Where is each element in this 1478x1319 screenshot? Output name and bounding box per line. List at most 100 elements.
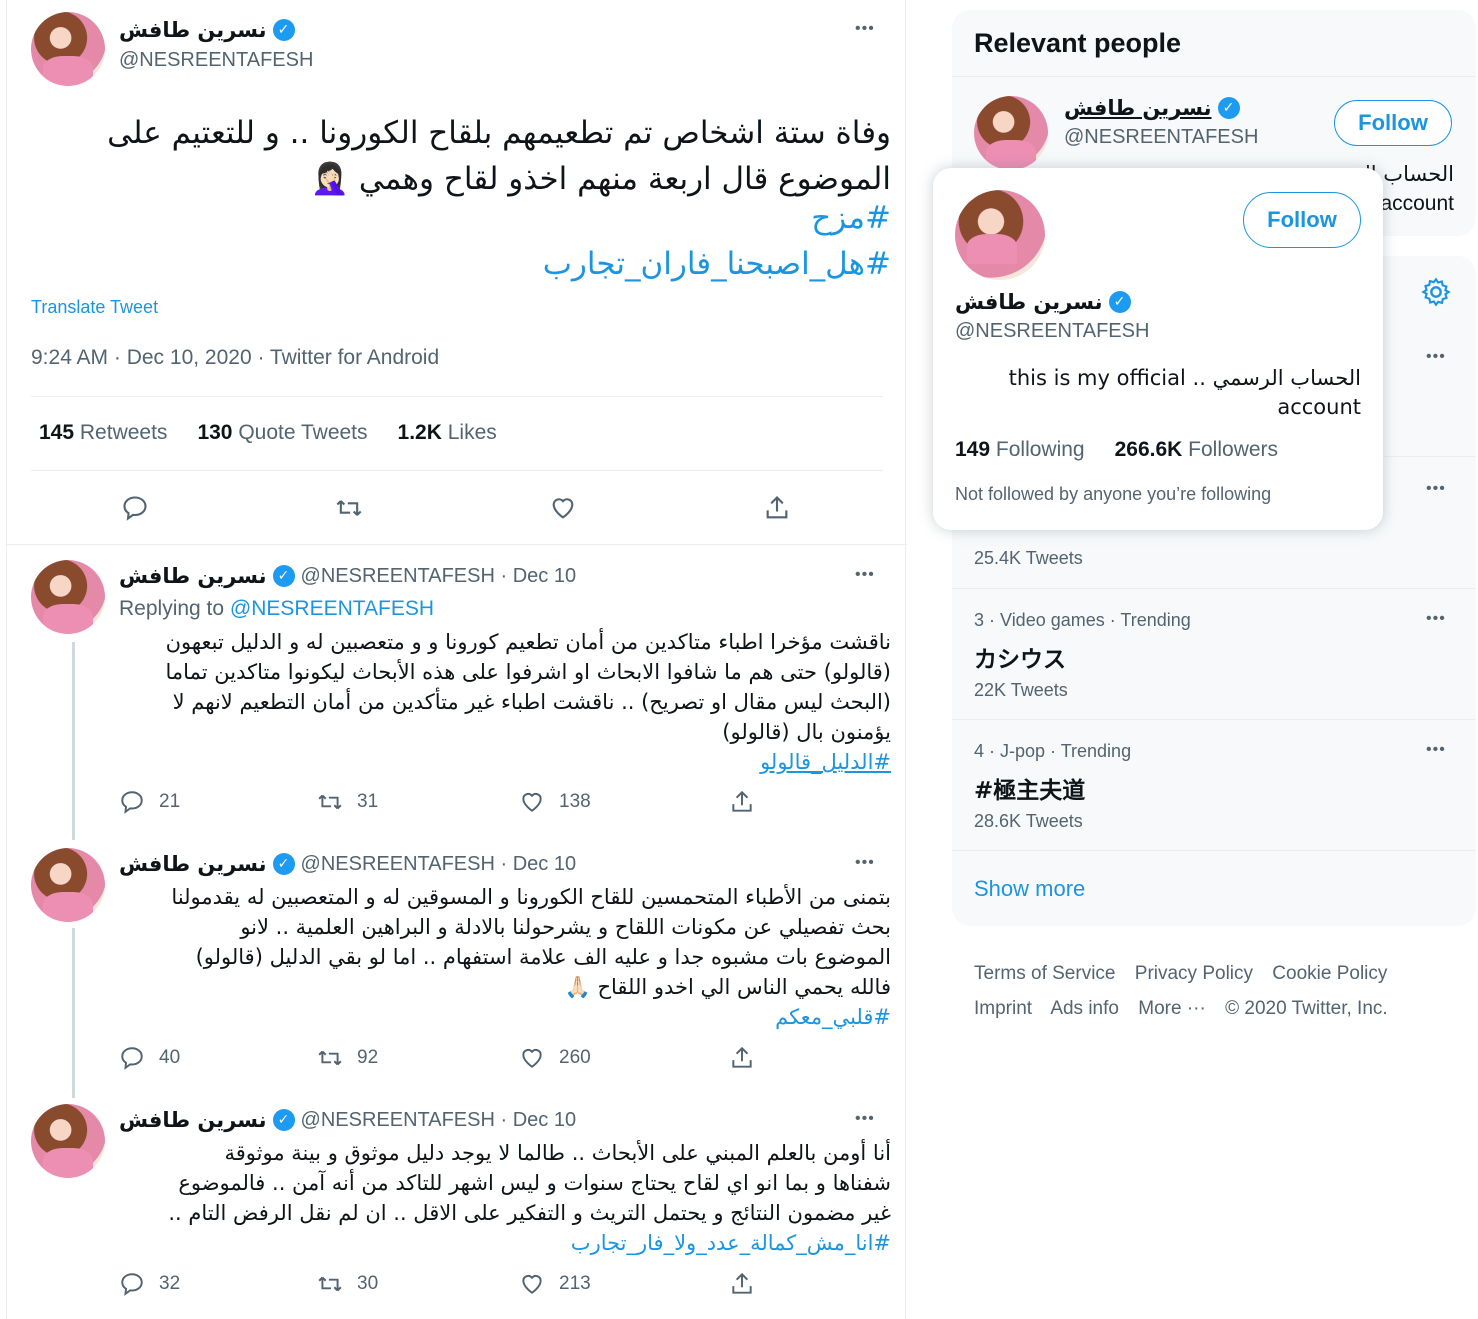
reply-text-line: بتمنى من الأطباء المتحمسين للقاح الكورون… (171, 885, 891, 909)
share-icon (732, 1046, 752, 1068)
hovercard-stats: 149 Following 266.6K Followers (955, 438, 1278, 462)
like-button[interactable] (549, 494, 577, 522)
quote-tweets-stat[interactable]: 130 Quote Tweets (197, 421, 367, 445)
share-button[interactable] (763, 494, 791, 522)
like-button[interactable]: 260 (519, 1045, 591, 1071)
like-button[interactable]: 138 (519, 789, 591, 815)
avatar[interactable] (31, 560, 105, 634)
imprint-link[interactable]: Imprint (974, 998, 1032, 1019)
reply-button[interactable]: 40 (119, 1045, 180, 1071)
retweet-button[interactable] (335, 494, 363, 522)
hashtag-link[interactable]: #انا_مش_كمالة_عدد_ولا_فار_تجارب (117, 1228, 891, 1258)
more-options-icon[interactable]: ••• (855, 20, 875, 38)
heart-icon (522, 1274, 542, 1294)
reply-text-line: فالله يحمي الناس الي اخدو اللقاح 🙏🏻 (564, 975, 891, 999)
reply-text: بتمنى من الأطباء المتحمسين للقاح الكورون… (117, 882, 891, 1032)
hashtag-link[interactable]: #مزح (31, 200, 891, 236)
person-bio-fragment: account (1380, 192, 1454, 215)
reply-author-row[interactable]: نسرين طافش ✓ @NESREENTAFESH · Dec 10 (119, 852, 576, 876)
reply-text-line: (البحث ليس مقال او تصريح) .. ناقشت اطباء… (172, 690, 891, 714)
ads-info-link[interactable]: Ads info (1050, 998, 1119, 1019)
author-display-name[interactable]: نسرين طافش (119, 852, 267, 876)
author-display-name[interactable]: نسرين طافش (119, 18, 267, 42)
follow-button[interactable]: Follow (1334, 100, 1452, 146)
likes-count: 1.2K (397, 421, 442, 444)
more-options-icon[interactable]: ••• (1426, 610, 1446, 628)
person-name-row[interactable]: نسرين طافش ✓ (1064, 96, 1240, 120)
following-count: 149 (955, 438, 991, 461)
bio-line: this is my official .. الحساب الرسمي (1008, 366, 1361, 390)
more-options-icon[interactable]: ••• (855, 566, 875, 584)
show-more-link[interactable]: Show more (974, 876, 1085, 902)
more-options-icon[interactable]: ••• (855, 1110, 875, 1128)
reply-count: 32 (159, 1273, 181, 1294)
reply-button[interactable]: 21 (119, 789, 180, 815)
more-options-icon[interactable]: ••• (1426, 480, 1446, 498)
avatar[interactable] (31, 1104, 105, 1178)
share-button[interactable] (729, 789, 755, 815)
tweet-timestamp[interactable]: 9:24 AM · Dec 10, 2020 · Twitter for And… (31, 346, 439, 370)
reply-icon (121, 1047, 143, 1070)
share-button[interactable] (729, 1045, 755, 1071)
retweet-button[interactable]: 92 (317, 1045, 378, 1071)
author-handle-date[interactable]: @NESREENTAFESH · Dec 10 (301, 1109, 577, 1132)
author-name-row[interactable]: نسرين طافش ✓ (119, 18, 295, 42)
hovercard-bio: this is my official .. الحساب الرسمي acc… (1009, 364, 1361, 422)
heart-icon (522, 792, 542, 812)
likes-stat[interactable]: 1.2K Likes (398, 421, 497, 445)
share-button[interactable] (729, 1271, 755, 1297)
divider (7, 544, 907, 545)
more-options-icon[interactable]: ••• (1426, 348, 1446, 366)
hashtag-link[interactable]: #الدليل_قالولو (117, 747, 891, 777)
trend-name[interactable]: カシウス (974, 640, 1066, 674)
reply-button[interactable]: 32 (119, 1271, 180, 1297)
hashtag-link[interactable]: #هل_اصبحنا_فاران_تجارب (31, 246, 891, 282)
replying-to: Replying to @NESREENTAFESH (119, 597, 434, 621)
reply-author-row[interactable]: نسرين طافش ✓ @NESREENTAFESH · Dec 10 (119, 1108, 576, 1132)
more-options-icon[interactable]: ••• (1426, 741, 1446, 759)
author-handle-date[interactable]: @NESREENTAFESH · Dec 10 (301, 565, 577, 588)
retweet-button[interactable]: 30 (317, 1271, 378, 1297)
quotes-count: 130 (197, 421, 233, 444)
footer-links: Terms of Service Privacy Policy Cookie P… (974, 956, 1414, 1026)
hovercard-name-row[interactable]: نسرين طافش ✓ (955, 290, 1131, 314)
thread-connector (72, 642, 75, 840)
avatar[interactable] (31, 848, 105, 922)
hovercard-handle[interactable]: @NESREENTAFESH (955, 320, 1149, 343)
author-handle-date[interactable]: @NESREENTAFESH · Dec 10 (301, 853, 577, 876)
cookie-link[interactable]: Cookie Policy (1272, 963, 1387, 984)
avatar[interactable] (955, 190, 1045, 280)
avatar[interactable] (31, 12, 105, 86)
reply-author-row[interactable]: نسرين طافش ✓ @NESREENTAFESH · Dec 10 (119, 564, 576, 588)
avatar[interactable] (974, 96, 1048, 170)
followers-label: Followers (1188, 438, 1279, 461)
retweet-count: 30 (357, 1273, 379, 1294)
author-display-name[interactable]: نسرين طافش (119, 564, 267, 588)
hovercard-display-name[interactable]: نسرين طافش (955, 290, 1103, 314)
reply-button[interactable] (121, 494, 149, 522)
profile-hovercard: Follow نسرين طافش ✓ @NESREENTAFESH this … (933, 168, 1383, 530)
hashtag-link[interactable]: #قلبي_معكم (117, 1002, 891, 1032)
more-link[interactable]: More ··· (1138, 998, 1206, 1019)
settings-gear-icon[interactable] (1420, 276, 1452, 308)
terms-link[interactable]: Terms of Service (974, 963, 1115, 984)
following-stat[interactable]: 149 Following (955, 438, 1085, 462)
like-button[interactable]: 213 (519, 1271, 591, 1297)
replying-to-handle[interactable]: @NESREENTAFESH (230, 597, 434, 620)
trend-name[interactable]: #極主夫道 (974, 771, 1085, 805)
like-count: 260 (559, 1047, 591, 1068)
retweet-button[interactable]: 31 (317, 789, 378, 815)
follow-button[interactable]: Follow (1243, 192, 1361, 248)
heart-icon (522, 1048, 542, 1068)
copyright: © 2020 Twitter, Inc. (1225, 998, 1388, 1019)
person-handle[interactable]: @NESREENTAFESH (1064, 126, 1258, 149)
retweets-stat[interactable]: 145 Retweets (39, 421, 167, 445)
quotes-label: Quote Tweets (238, 421, 368, 444)
translate-tweet-link[interactable]: Translate Tweet (31, 297, 158, 318)
author-handle[interactable]: @NESREENTAFESH (119, 49, 313, 72)
author-display-name[interactable]: نسرين طافش (119, 1108, 267, 1132)
person-display-name[interactable]: نسرين طافش (1064, 96, 1212, 120)
more-options-icon[interactable]: ••• (855, 854, 875, 872)
followers-stat[interactable]: 266.6K Followers (1115, 438, 1278, 462)
privacy-link[interactable]: Privacy Policy (1135, 963, 1253, 984)
